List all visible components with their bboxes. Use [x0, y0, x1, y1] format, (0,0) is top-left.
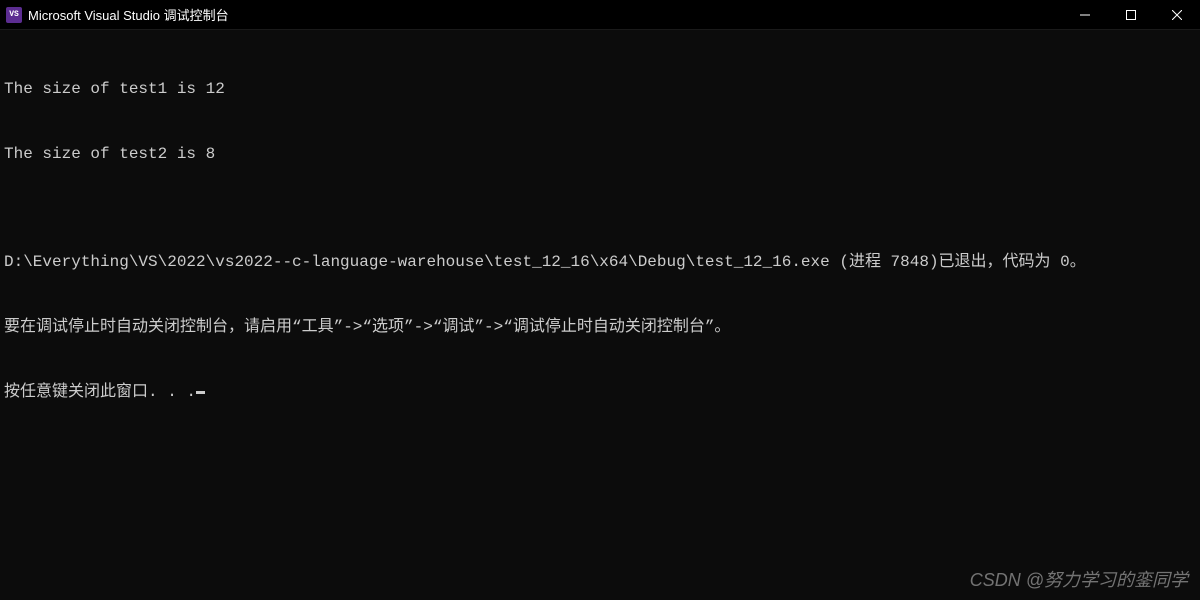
console-text: 按任意键关闭此窗口. . .: [4, 383, 196, 401]
console-output[interactable]: The size of test1 is 12 The size of test…: [0, 30, 1200, 431]
console-line: D:\Everything\VS\2022\vs2022--c-language…: [4, 252, 1196, 274]
close-button[interactable]: [1154, 0, 1200, 29]
minimize-button[interactable]: [1062, 0, 1108, 29]
maximize-icon: [1126, 10, 1136, 20]
console-line: The size of test2 is 8: [4, 144, 1196, 166]
app-icon: VS: [6, 7, 22, 23]
title-bar-left: VS Microsoft Visual Studio 调试控制台: [6, 5, 229, 24]
title-bar: VS Microsoft Visual Studio 调试控制台: [0, 0, 1200, 30]
console-line: The size of test1 is 12: [4, 79, 1196, 101]
cursor: [196, 391, 205, 394]
window-title: Microsoft Visual Studio 调试控制台: [28, 5, 229, 24]
watermark: CSDN @努力学习的銮同学: [970, 566, 1188, 592]
window-controls: [1062, 0, 1200, 29]
maximize-button[interactable]: [1108, 0, 1154, 29]
minimize-icon: [1080, 10, 1090, 20]
app-icon-label: VS: [9, 10, 19, 19]
console-line: 要在调试停止时自动关闭控制台，请启用“工具”->“选项”->“调试”->“调试停…: [4, 317, 1196, 339]
close-icon: [1172, 10, 1182, 20]
console-line: 按任意键关闭此窗口. . .: [4, 382, 1196, 404]
